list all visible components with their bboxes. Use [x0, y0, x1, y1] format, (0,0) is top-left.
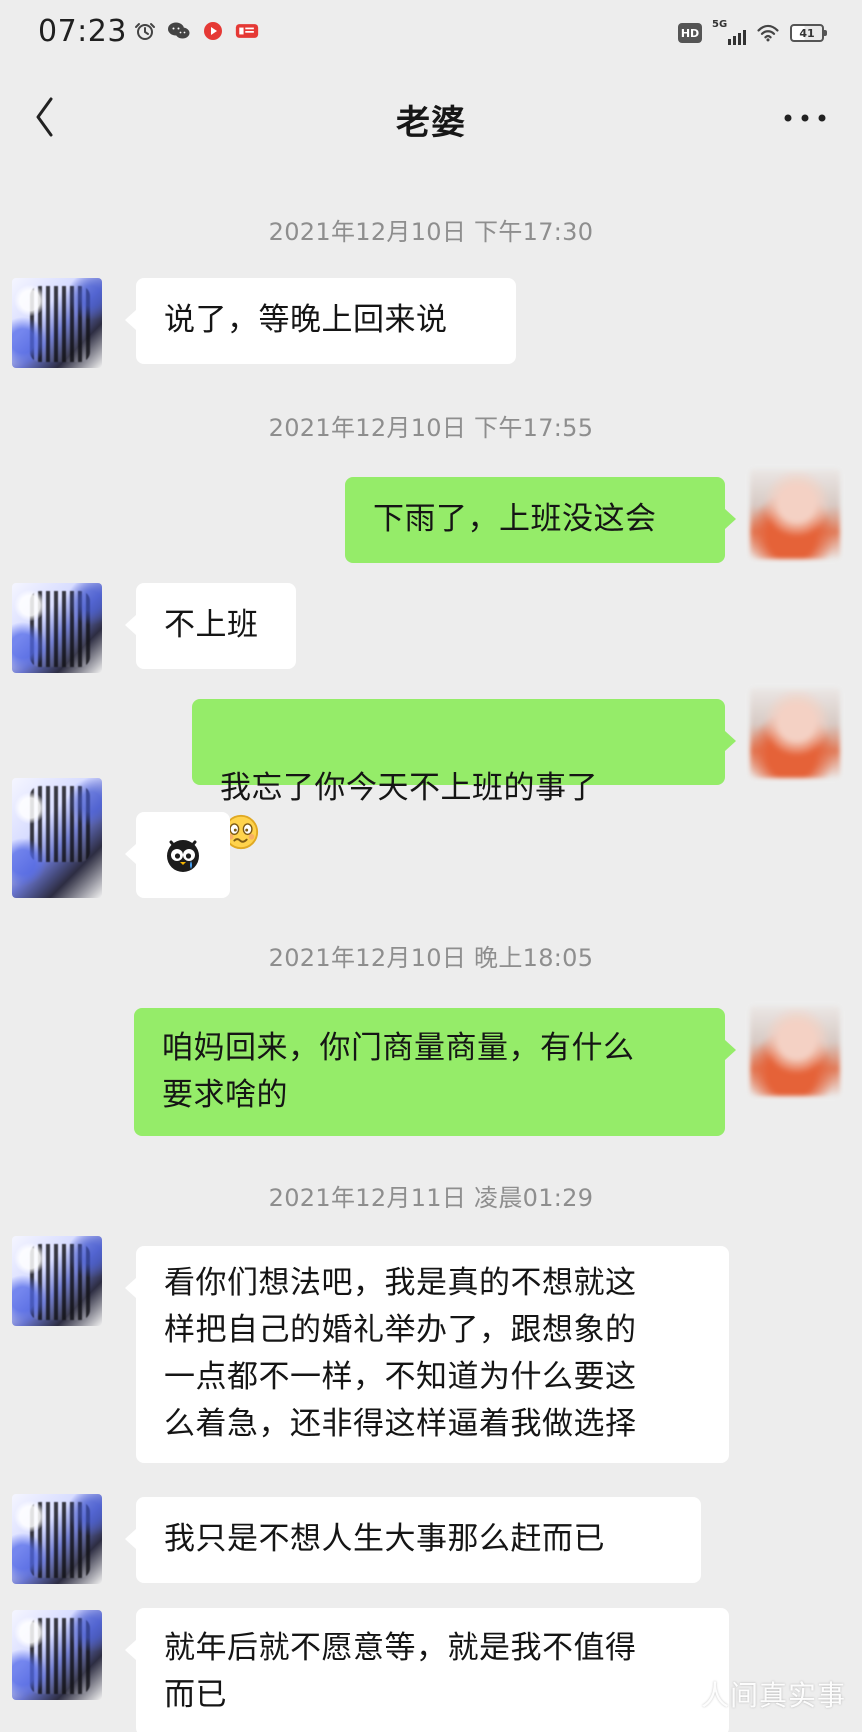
crying-bird-sticker-icon — [167, 840, 199, 872]
signal-5g-icon: 5G — [712, 19, 746, 45]
battery-icon: 41 — [790, 24, 827, 42]
chat-messages[interactable]: 2021年12月10日 下午17:30 说了，等晚上回来说 2021年12月10… — [0, 178, 862, 1732]
message-timestamp: 2021年12月11日 凌晨01:29 — [268, 1184, 594, 1212]
chat-title: 老婆 — [396, 103, 466, 143]
more-dots-icon — [784, 114, 826, 122]
outgoing-message-bubble[interactable]: 咱妈回来，你门商量商量，有什么 要求啥的 — [134, 1008, 736, 1136]
contact-avatar[interactable] — [12, 1610, 102, 1700]
incoming-message-bubble[interactable]: 就年后就不愿意等，就是我不值得 而已 — [125, 1608, 729, 1732]
message-timestamp: 2021年12月10日 晚上18:05 — [268, 944, 594, 972]
incoming-message-bubble[interactable]: 说了，等晚上回来说 — [125, 278, 516, 364]
incoming-message-bubble[interactable]: 我只是不想人生大事那么赶而已 — [125, 1497, 701, 1583]
hd-icon: HD — [678, 23, 702, 43]
contact-avatar[interactable] — [12, 583, 102, 673]
alarm-icon — [133, 19, 157, 43]
record-icon — [201, 19, 225, 43]
chat-header: 老婆 — [0, 64, 862, 178]
wifi-icon — [756, 21, 780, 45]
status-bar: 07:23 HD 5G 41 — [0, 0, 862, 64]
contact-avatar[interactable] — [12, 278, 102, 368]
contact-avatar[interactable] — [12, 778, 102, 898]
incoming-message-bubble[interactable]: 不上班 — [125, 583, 296, 669]
wechat-chat-screen: 07:23 HD 5G 41 老婆 2021年12月10日 下午17:30 说了… — [0, 0, 862, 1732]
message-text: 我忘了你今天不上班的事了 — [220, 770, 598, 806]
message-timestamp: 2021年12月10日 下午17:55 — [268, 414, 594, 442]
status-time: 07:23 — [38, 14, 127, 49]
watermark-text: 人间真实事 — [700, 1679, 846, 1712]
contact-avatar[interactable] — [12, 1494, 102, 1584]
system-status-icons: HD 5G 41 — [678, 19, 827, 47]
wechat-icon — [167, 19, 191, 43]
my-avatar[interactable] — [750, 688, 840, 778]
outgoing-message-bubble[interactable]: 我忘了你今天不上班的事了 — [192, 699, 736, 850]
outgoing-message-bubble[interactable]: 下雨了，上班没这会 — [345, 477, 736, 563]
notification-icons — [133, 19, 259, 43]
my-avatar[interactable] — [750, 469, 840, 559]
my-avatar[interactable] — [750, 1006, 840, 1096]
contact-avatar[interactable] — [12, 1236, 102, 1326]
news-app-icon — [235, 19, 259, 43]
incoming-sticker-bubble[interactable] — [125, 812, 230, 898]
incoming-message-bubble[interactable]: 看你们想法吧，我是真的不想就这 样把自己的婚礼举办了，跟想象的 一点都不一样，不… — [125, 1246, 729, 1463]
more-button[interactable] — [782, 109, 828, 127]
message-timestamp: 2021年12月10日 下午17:30 — [268, 218, 594, 246]
